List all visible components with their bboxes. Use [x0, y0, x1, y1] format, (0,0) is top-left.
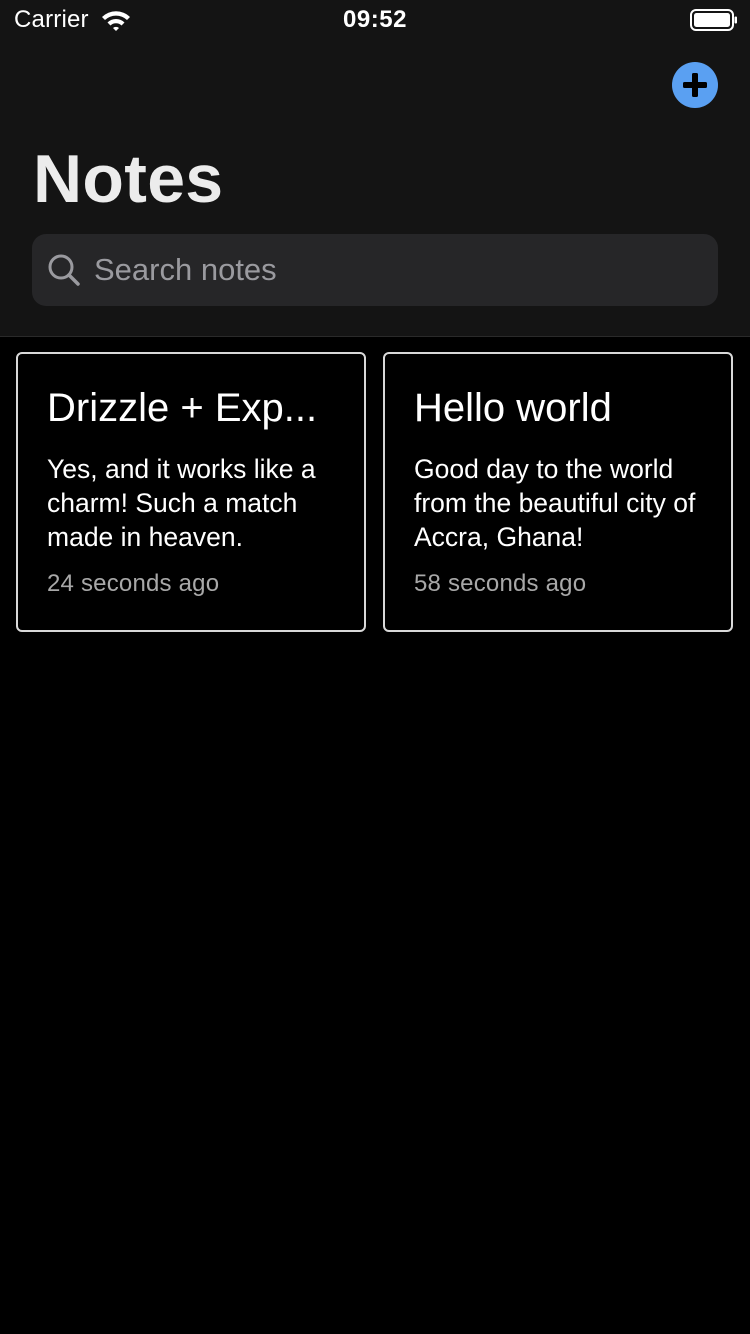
- note-card[interactable]: Hello world Good day to the world from t…: [383, 352, 733, 632]
- battery-icon: [690, 9, 737, 31]
- note-timestamp: 24 seconds ago: [47, 570, 220, 597]
- note-card[interactable]: Drizzle + Exp... Yes, and it works like …: [16, 352, 366, 632]
- note-title: Hello world: [414, 386, 612, 430]
- search-bar[interactable]: [32, 234, 718, 306]
- status-bar: Carrier 09:52: [0, 0, 750, 40]
- plus-icon: [683, 73, 707, 97]
- notes-screen: Carrier 09:52 Notes Search notes Drizzle…: [0, 0, 750, 1334]
- note-body: Good day to the world from the beautiful…: [414, 454, 696, 552]
- note-timestamp: 58 seconds ago: [414, 570, 587, 597]
- page-title: Notes: [33, 141, 224, 217]
- search-icon: [48, 254, 80, 286]
- header-area: Carrier 09:52 Notes: [0, 0, 750, 337]
- search-input[interactable]: [92, 234, 704, 306]
- status-time: 09:52: [343, 6, 407, 33]
- note-title: Drizzle + Exp...: [47, 386, 318, 430]
- note-body: Yes, and it works like a charm! Such a m…: [47, 454, 316, 552]
- add-note-button[interactable]: [672, 62, 718, 108]
